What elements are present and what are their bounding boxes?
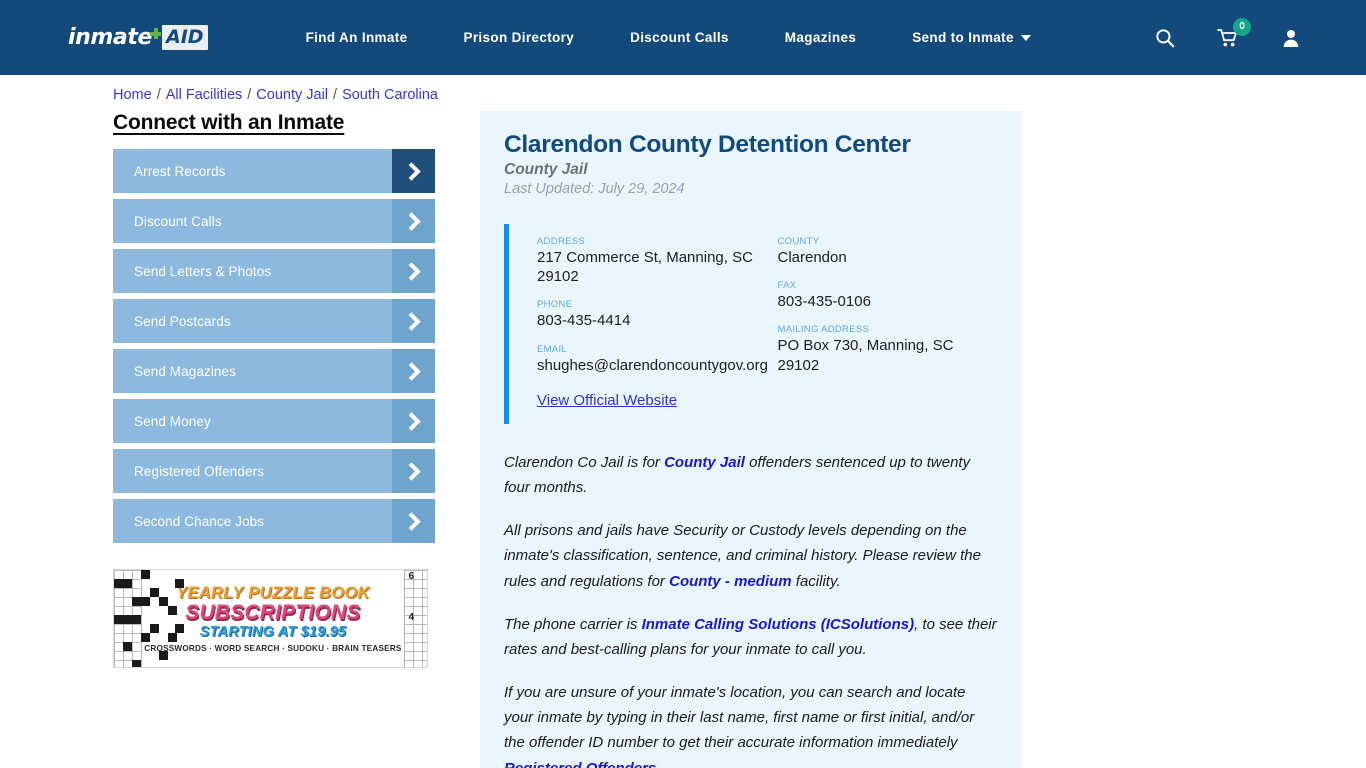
chevron-right-icon [392, 249, 435, 293]
page-body: Connect with an Inmate Arrest Records Di… [0, 111, 1366, 768]
chevron-right-icon [392, 149, 435, 193]
ad-line-4: CROSSWORDS · WORD SEARCH · SUDOKU · BRAI… [144, 644, 402, 653]
nav-discount-calls[interactable]: Discount Calls [602, 30, 757, 45]
shopping-cart-icon[interactable]: 0 [1215, 17, 1251, 53]
main-navigation: Find An Inmate Prison Directory Discount… [278, 30, 1059, 45]
facility-info-card: ADDRESS 217 Commerce St, Manning, SC 291… [504, 224, 998, 424]
sidebar-item-label: Send Money [134, 413, 211, 429]
site-logo[interactable]: inmate AID [68, 21, 208, 55]
ad-line-2: SUBSCRIPTIONS [185, 601, 361, 624]
fax-value: 803-435-0106 [777, 293, 871, 311]
nav-prison-directory[interactable]: Prison Directory [435, 30, 602, 45]
breadcrumb-separator: / [333, 87, 338, 103]
county-label: COUNTY [777, 236, 820, 247]
chevron-right-icon [392, 199, 435, 243]
facility-detail-panel: Clarendon County Detention Center County… [480, 111, 1022, 768]
info-column-left: ADDRESS 217 Commerce St, Manning, SC 291… [537, 236, 768, 410]
email-value: shughes@clarendoncountygov.org [537, 356, 768, 374]
address-label: ADDRESS [537, 236, 586, 247]
sidebar-item-label: Arrest Records [134, 163, 226, 179]
facility-description: Clarendon Co Jail is for County Jail off… [504, 450, 998, 768]
description-paragraph: Clarendon Co Jail is for County Jail off… [504, 453, 971, 496]
breadcrumb-item-home[interactable]: Home [113, 87, 152, 103]
inline-link[interactable]: Registered Offenders [504, 760, 656, 768]
plus-cross-icon [150, 27, 162, 39]
sidebar-item-label: Registered Offenders [134, 463, 265, 479]
chevron-right-icon [392, 449, 435, 493]
nav-send-to-inmate-label: Send to Inmate [912, 30, 1014, 45]
sidebar-item-registered-offenders[interactable]: Registered Offenders [113, 449, 435, 493]
search-icon[interactable] [1152, 23, 1178, 53]
nav-send-to-inmate[interactable]: Send to Inmate [884, 30, 1059, 45]
sidebar-title: Connect with an Inmate [113, 111, 345, 134]
facility-type: County Jail [504, 161, 588, 178]
inline-link[interactable]: Inmate Calling Solutions (ICSolutions) [642, 616, 915, 633]
inline-link[interactable]: County Jail [664, 454, 745, 471]
info-column-right: COUNTY Clarendon FAX 803-435-0106 MAILIN… [768, 236, 999, 410]
chevron-right-icon [392, 349, 435, 393]
sidebar-item-second-chance-jobs[interactable]: Second Chance Jobs [113, 499, 435, 543]
nav-magazines[interactable]: Magazines [757, 30, 884, 45]
sidebar-item-label: Send Letters & Photos [134, 263, 272, 279]
sidebar-item-send-magazines[interactable]: Send Magazines [113, 349, 435, 393]
sidebar-item-send-postcards[interactable]: Send Postcards [113, 299, 435, 343]
cart-count-badge: 0 [1233, 17, 1251, 36]
mailing-address-label: MAILING ADDRESS [777, 324, 870, 336]
description-paragraph: If you are unsure of your inmate's locat… [504, 680, 998, 768]
view-official-website-link[interactable]: View Official Website [537, 392, 677, 409]
inline-link[interactable]: County - medium [669, 573, 792, 590]
breadcrumb-item-south-carolina[interactable]: South Carolina [342, 87, 438, 103]
breadcrumb: Home / All Facilities / County Jail / So… [113, 87, 1366, 103]
breadcrumb-item-county-jail[interactable]: County Jail [256, 87, 328, 103]
chevron-right-icon [392, 399, 435, 443]
logo-aid-badge: AID [162, 25, 208, 50]
logo-wordmark: inmate [68, 25, 153, 50]
chevron-right-icon [392, 299, 435, 343]
sidebar-item-send-money[interactable]: Send Money [113, 399, 435, 443]
sidebar-item-arrest-records[interactable]: Arrest Records [113, 149, 435, 193]
sudoku-digit: 4 [408, 612, 415, 623]
breadcrumb-separator: / [156, 87, 161, 103]
nav-find-an-inmate[interactable]: Find An Inmate [278, 30, 436, 45]
sidebar-item-label: Second Chance Jobs [134, 513, 265, 529]
header-icon-group: 0 [1152, 0, 1304, 75]
email-label: EMAIL [537, 343, 568, 355]
description-paragraph: The phone carrier is Inmate Calling Solu… [504, 615, 997, 658]
ad-line-3: STARTING AT $19.95 [199, 624, 347, 640]
chevron-right-icon [392, 499, 435, 543]
page-title: Clarendon County Detention Center [504, 131, 911, 158]
sudoku-digit: 6 [408, 571, 415, 582]
phone-value: 803-435-4414 [537, 312, 631, 330]
user-account-icon[interactable] [1278, 23, 1304, 53]
mailing-address-value: PO Box 730, Manning, SC 29102 [777, 337, 954, 374]
sidebar-item-label: Send Magazines [134, 363, 236, 379]
breadcrumb-item-all-facilities[interactable]: All Facilities [166, 87, 243, 103]
crossword-grid-decoration [114, 570, 184, 667]
sidebar-item-label: Discount Calls [134, 213, 222, 229]
sidebar-item-discount-calls[interactable]: Discount Calls [113, 199, 435, 243]
breadcrumb-separator: / [247, 87, 252, 103]
county-value: Clarendon [777, 249, 847, 266]
site-header: inmate AID Find An Inmate Prison Directo… [0, 0, 1366, 75]
sidebar: Connect with an Inmate Arrest Records Di… [113, 111, 435, 668]
last-updated: Last Updated: July 29, 2024 [504, 181, 685, 197]
sidebar-item-send-letters-photos[interactable]: Send Letters & Photos [113, 249, 435, 293]
puzzle-book-ad-banner[interactable]: YEARLY PUZZLE BOOK SUBSCRIPTIONS STARTIN… [113, 569, 428, 668]
fax-label: FAX [777, 280, 797, 292]
phone-label: PHONE [537, 299, 573, 311]
chevron-down-icon [1020, 34, 1031, 41]
sudoku-grid-decoration: 6 1 4 4 9 5 2 [403, 570, 427, 667]
sidebar-item-label: Send Postcards [134, 313, 231, 329]
address-value: 217 Commerce St, Manning, SC 29102 [537, 249, 753, 286]
description-paragraph: All prisons and jails have Security or C… [504, 522, 981, 590]
